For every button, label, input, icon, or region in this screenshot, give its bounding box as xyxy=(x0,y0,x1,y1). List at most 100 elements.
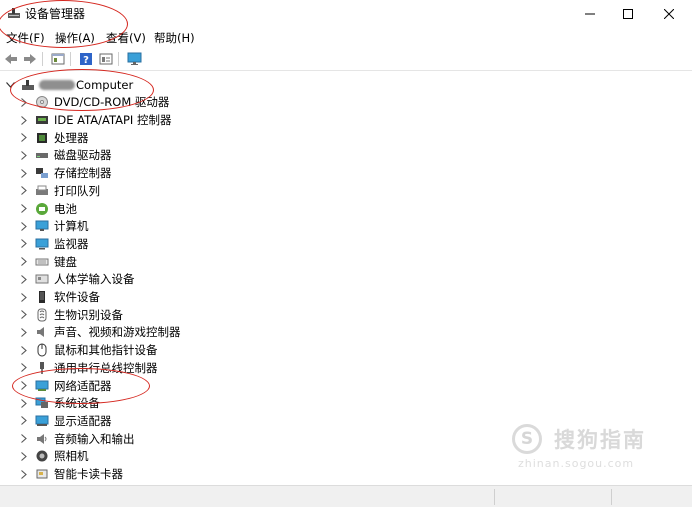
tree-node-label: 智能卡读卡器 xyxy=(54,467,123,482)
toolbar: ? xyxy=(0,48,692,71)
menu-file[interactable]: 文件(F) xyxy=(6,30,45,46)
expand-chevron-icon[interactable] xyxy=(18,468,30,480)
expand-chevron-icon[interactable] xyxy=(18,220,30,232)
expand-chevron-icon[interactable] xyxy=(18,326,30,338)
expand-chevron-icon[interactable] xyxy=(18,362,30,374)
tree-node[interactable]: 网络适配器 xyxy=(18,377,112,395)
tree-node[interactable]: 通用串行总线控制器 xyxy=(18,359,158,377)
tree-node-label: 计算机 xyxy=(54,219,89,234)
collapse-chevron-icon[interactable] xyxy=(4,79,16,91)
tree-root[interactable]: Computer xyxy=(4,76,133,94)
tree-node-label: DVD/CD-ROM 驱动器 xyxy=(54,95,170,110)
tree-node[interactable]: 键盘 xyxy=(18,253,77,271)
tree-node-label: 处理器 xyxy=(54,130,89,145)
tree-node[interactable]: 照相机 xyxy=(18,448,89,466)
camera-icon xyxy=(35,449,49,463)
minimize-button[interactable] xyxy=(571,0,609,28)
tree-node[interactable]: 软件设备 xyxy=(18,288,100,306)
audio-io-icon xyxy=(35,432,49,446)
storage-controller-icon xyxy=(35,166,49,180)
display-adapter-icon xyxy=(35,414,49,428)
expand-chevron-icon[interactable] xyxy=(18,309,30,321)
menu-help[interactable]: 帮助(H) xyxy=(154,30,195,46)
scan-hardware-button[interactable] xyxy=(125,51,143,67)
expand-chevron-icon[interactable] xyxy=(18,450,30,462)
forward-button[interactable] xyxy=(21,51,39,67)
tree-node[interactable]: IDE ATA/ATAPI 控制器 xyxy=(18,111,171,129)
expand-chevron-icon[interactable] xyxy=(18,167,30,179)
tree-node[interactable]: 音频输入和输出 xyxy=(18,430,135,448)
tree-node[interactable]: 显示适配器 xyxy=(18,412,112,430)
tree-node-label: 照相机 xyxy=(54,449,89,464)
menu-view[interactable]: 查看(V) xyxy=(106,30,146,46)
tree-node[interactable]: 声音、视频和游戏控制器 xyxy=(18,324,181,342)
expand-chevron-icon[interactable] xyxy=(18,273,30,285)
help-button[interactable]: ? xyxy=(77,51,95,67)
tree-node[interactable]: 生物识别设备 xyxy=(18,306,123,324)
tree-node-label: 人体学输入设备 xyxy=(54,272,135,287)
expand-chevron-icon[interactable] xyxy=(18,415,30,427)
toolbar-separator xyxy=(42,52,43,66)
tree-node-label: 磁盘驱动器 xyxy=(54,148,112,163)
expand-chevron-icon[interactable] xyxy=(18,380,30,392)
expand-chevron-icon[interactable] xyxy=(18,397,30,409)
tree-node[interactable]: 鼠标和其他指针设备 xyxy=(18,341,158,359)
hid-icon xyxy=(35,272,49,286)
expand-chevron-icon[interactable] xyxy=(18,256,30,268)
tree-node-label: 监视器 xyxy=(54,236,89,251)
expand-chevron-icon[interactable] xyxy=(18,114,30,126)
tree-node-label: 生物识别设备 xyxy=(54,307,123,322)
expand-chevron-icon[interactable] xyxy=(18,149,30,161)
tree-node[interactable]: 电池 xyxy=(18,200,77,218)
tree-node-label: 显示适配器 xyxy=(54,413,112,428)
monitor-icon xyxy=(35,237,49,251)
root-label: Computer xyxy=(76,78,134,92)
computer-tower-icon xyxy=(22,80,34,90)
expand-chevron-icon[interactable] xyxy=(18,291,30,303)
view-button[interactable] xyxy=(97,51,115,67)
maximize-button[interactable] xyxy=(609,0,647,28)
monitor-scan-icon xyxy=(127,52,141,65)
tree-node[interactable]: 存储控制器 xyxy=(18,164,112,182)
maximize-icon xyxy=(623,9,633,19)
tree-node-label: 鼠标和其他指针设备 xyxy=(54,343,158,358)
printer-icon xyxy=(35,184,49,198)
close-button[interactable] xyxy=(650,0,688,28)
title-bar: 设备管理器 xyxy=(0,0,692,28)
expand-chevron-icon[interactable] xyxy=(18,344,30,356)
tree-node[interactable]: 计算机 xyxy=(18,217,89,235)
watermark-url: zhinan.sogou.com xyxy=(518,457,635,470)
tree-node[interactable]: DVD/CD-ROM 驱动器 xyxy=(18,94,169,112)
tree-node-label: 音频输入和输出 xyxy=(54,431,135,446)
tree-node-label: IDE ATA/ATAPI 控制器 xyxy=(54,113,172,128)
tree-node-label: 声音、视频和游戏控制器 xyxy=(54,325,181,340)
menu-action[interactable]: 操作(A) xyxy=(55,30,95,46)
expand-chevron-icon[interactable] xyxy=(18,433,30,445)
tree-node[interactable]: 监视器 xyxy=(18,235,89,253)
properties-icon xyxy=(51,53,65,65)
tree-node[interactable]: 处理器 xyxy=(18,129,89,147)
software-device-icon xyxy=(35,290,49,304)
tree-node-label: 电池 xyxy=(54,201,77,216)
tree-node[interactable]: 人体学输入设备 xyxy=(18,271,135,289)
status-bar xyxy=(0,485,692,507)
expand-chevron-icon[interactable] xyxy=(18,238,30,250)
expand-chevron-icon[interactable] xyxy=(18,96,30,108)
tree-node[interactable]: 系统设备 xyxy=(18,394,100,412)
tree-node[interactable]: 打印队列 xyxy=(18,182,100,200)
tree-node[interactable]: 磁盘驱动器 xyxy=(18,147,112,165)
expand-chevron-icon[interactable] xyxy=(18,185,30,197)
expand-chevron-icon[interactable] xyxy=(18,132,30,144)
tree-node-label: 键盘 xyxy=(54,254,77,269)
disk-drive-icon xyxy=(35,148,49,162)
properties-button[interactable] xyxy=(49,51,67,67)
tree-node-label: 打印队列 xyxy=(54,183,100,198)
window-title: 设备管理器 xyxy=(25,7,86,21)
smart-card-reader-icon xyxy=(35,467,49,481)
toolbar-separator xyxy=(70,52,71,66)
tree-node[interactable]: 智能卡读卡器 xyxy=(18,465,123,483)
watermark-logo: S xyxy=(512,424,542,454)
expand-chevron-icon[interactable] xyxy=(18,203,30,215)
back-button[interactable] xyxy=(2,51,20,67)
svg-text:?: ? xyxy=(83,55,89,66)
